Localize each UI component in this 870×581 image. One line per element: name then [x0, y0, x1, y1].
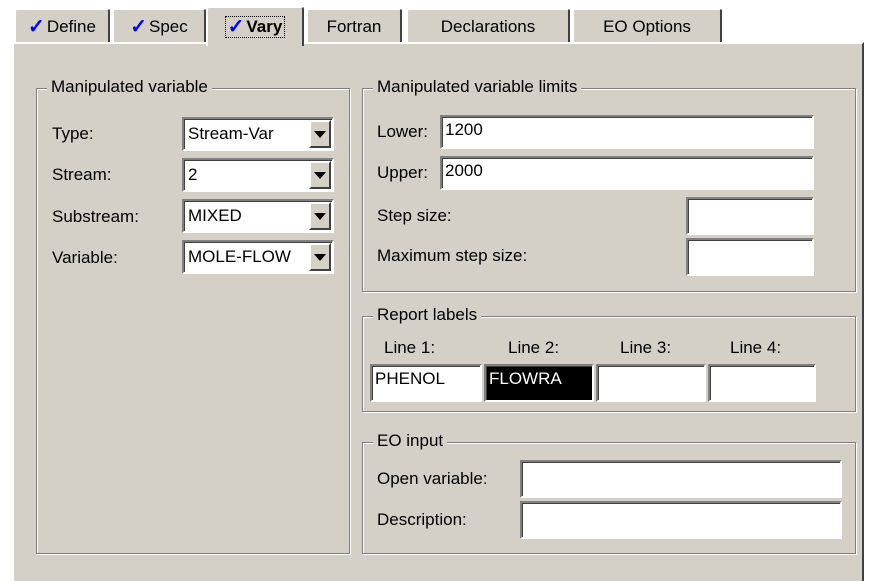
tab-label: EO Options — [603, 17, 691, 36]
max-step-size-input[interactable] — [686, 238, 814, 276]
tab-label: Define — [46, 17, 96, 36]
upper-label: Upper: — [377, 163, 429, 182]
variable-combo[interactable]: MOLE-FLOW — [182, 240, 334, 274]
tab-spec[interactable]: ✓ Spec — [112, 8, 206, 44]
substream-combo[interactable]: MIXED — [182, 199, 334, 233]
tab-vary[interactable]: ✓ Vary — [206, 6, 304, 46]
checkmark-icon: ✓ — [130, 16, 147, 38]
substream-value: MIXED — [188, 206, 242, 225]
chevron-down-icon[interactable] — [309, 120, 331, 148]
line4-header: Line 4: — [730, 338, 782, 357]
tab-fortran[interactable]: Fortran — [306, 8, 402, 44]
max-step-size-label: Maximum step size: — [377, 246, 528, 265]
type-value: Stream-Var — [188, 124, 274, 143]
description-label: Description: — [377, 510, 467, 529]
step-size-label: Step size: — [377, 206, 452, 225]
tab-label: Spec — [149, 17, 188, 36]
line4-input[interactable] — [708, 364, 816, 402]
tab-eo-options[interactable]: EO Options — [572, 8, 722, 44]
lower-label: Lower: — [377, 122, 429, 141]
chevron-down-icon[interactable] — [309, 243, 331, 271]
chevron-down-icon[interactable] — [309, 161, 331, 189]
tab-label: Fortran — [326, 17, 382, 36]
checkmark-icon: ✓ — [28, 16, 45, 38]
group-title: EO input — [373, 431, 448, 451]
group-title: Manipulated variable — [47, 77, 212, 97]
group-title: Manipulated variable limits — [373, 77, 582, 97]
checkmark-icon: ✓ — [227, 16, 245, 38]
open-variable-input[interactable] — [520, 460, 842, 498]
variable-label: Variable: — [52, 248, 118, 267]
tab-label: Vary — [246, 17, 283, 36]
focus-rect: ✓ Vary — [224, 16, 286, 38]
chevron-down-icon[interactable] — [309, 202, 331, 230]
lower-input[interactable]: 1200 — [440, 115, 814, 149]
group-title: Report labels — [373, 305, 482, 325]
line2-input[interactable]: FLOWRA — [484, 364, 594, 402]
step-size-input[interactable] — [686, 197, 814, 235]
variable-value: MOLE-FLOW — [188, 247, 291, 266]
substream-label: Substream: — [52, 207, 139, 226]
open-variable-label: Open variable: — [377, 469, 488, 488]
tab-label: Declarations — [440, 17, 536, 36]
upper-input[interactable]: 2000 — [440, 156, 814, 190]
tab-define[interactable]: ✓ Define — [14, 8, 110, 44]
line1-input[interactable]: PHENOL — [370, 364, 482, 402]
stream-label: Stream: — [52, 165, 112, 184]
type-combo[interactable]: Stream-Var — [182, 117, 334, 151]
stream-combo[interactable]: 2 — [182, 158, 334, 192]
tab-declarations[interactable]: Declarations — [406, 8, 570, 44]
description-input[interactable] — [520, 501, 842, 539]
line2-header: Line 2: — [508, 338, 560, 357]
line3-input[interactable] — [596, 364, 706, 402]
line3-header: Line 3: — [620, 338, 672, 357]
line1-header: Line 1: — [384, 338, 436, 357]
stream-value: 2 — [188, 165, 198, 184]
type-label: Type: — [52, 124, 94, 143]
